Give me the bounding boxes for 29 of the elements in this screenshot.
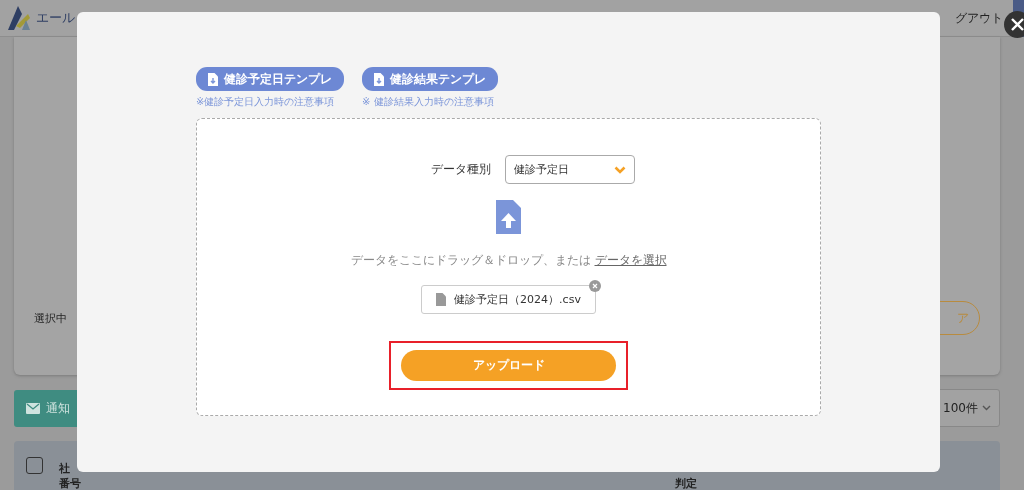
notes-link[interactable]: ※健診予定日入力時の注意事項 (196, 95, 335, 109)
column-header: 判定 (675, 476, 698, 490)
logo-icon (8, 6, 32, 30)
chevron-down-icon (982, 405, 991, 411)
notes-link[interactable]: ※ 健診結果入力時の注意事項 (362, 95, 494, 109)
template-download-button[interactable]: 健診予定日テンプレ (196, 67, 344, 91)
selection-label: 選択中 (34, 310, 67, 326)
file-name: 健診予定日（2024）.csv (454, 292, 581, 307)
mail-icon (26, 402, 40, 414)
data-type-label: データ種別 (430, 161, 491, 178)
file-download-icon (374, 72, 384, 86)
column-header: 番号 (59, 476, 82, 490)
drop-zone[interactable]: データ種別 健診予定日 データをここにドラッグ＆ドロップ、または データを選択 健診予定日（2024）.csv アップロード (196, 118, 821, 416)
close-icon (591, 283, 598, 289)
logout-link[interactable]: グアウト (955, 9, 1003, 27)
file-download-icon (208, 72, 218, 86)
logo-text: エール (36, 9, 75, 27)
upload-button[interactable]: アップロード (401, 350, 616, 381)
select-data-link[interactable]: データを選択 (594, 253, 667, 267)
file-upload-icon (496, 200, 521, 234)
template-download-button[interactable]: 健診結果テンプレ (362, 67, 498, 91)
chevron-down-icon (613, 165, 626, 174)
close-icon (1011, 18, 1024, 31)
column-header: 社 (59, 461, 71, 476)
drop-instruction: データをここにドラッグ＆ドロップ、または データを選択 (350, 252, 667, 269)
data-type-select[interactable]: 健診予定日 (504, 155, 635, 184)
select-all-checkbox[interactable] (26, 457, 43, 474)
remove-file-button[interactable] (588, 280, 601, 292)
file-icon (436, 293, 447, 306)
